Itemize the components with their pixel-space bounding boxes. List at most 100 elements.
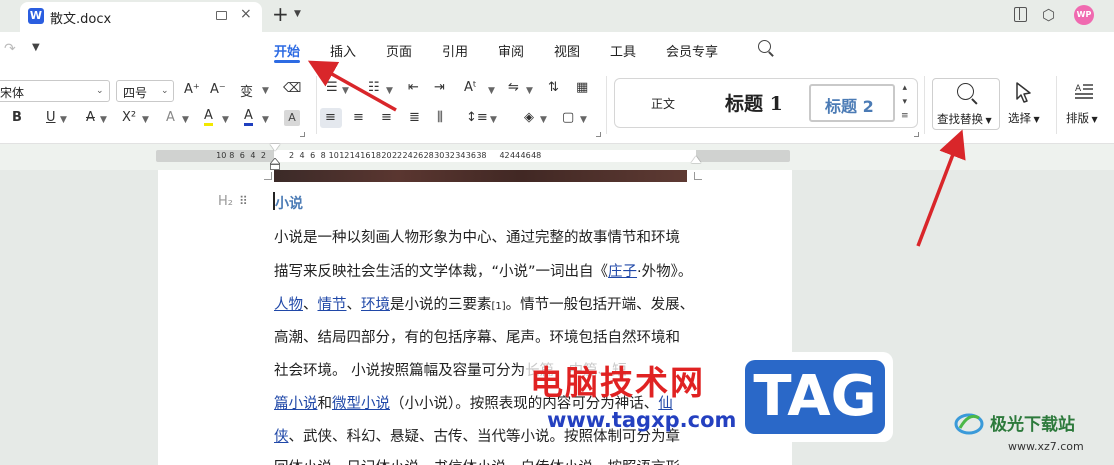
chevron-down-icon[interactable]: ▼ <box>488 86 495 96</box>
section-heading[interactable]: 小说 <box>275 193 303 213</box>
chevron-down-icon[interactable]: ▼ <box>580 115 587 125</box>
underline-button[interactable]: U <box>46 110 56 125</box>
align-center-icon[interactable]: ≡ <box>353 110 364 125</box>
chevron-down-icon[interactable]: ▼ <box>342 86 349 96</box>
chevron-down-icon[interactable]: ▼ <box>262 86 269 96</box>
font-name-select[interactable]: 宋体 ⌄ <box>0 80 110 102</box>
font-size-select[interactable]: 四号 ⌄ <box>116 80 174 102</box>
shrink-font-button[interactable]: A⁻ <box>210 82 226 97</box>
select-button[interactable]: 选择 ▼ <box>1008 110 1040 126</box>
screen-icon[interactable] <box>216 11 227 20</box>
text-effect-button[interactable]: A <box>166 110 175 125</box>
link-characters[interactable]: 人物 <box>274 297 303 313</box>
site-name: 极光下载站 <box>990 415 1075 435</box>
eraser-icon[interactable]: ⌫ <box>283 81 301 96</box>
gallery-scroll-arrows[interactable]: ▴ ▾ ≡ <box>901 81 909 123</box>
cube-icon[interactable]: ⬡ <box>1042 6 1055 24</box>
grow-font-button[interactable]: A⁺ <box>184 82 200 97</box>
reading-mode-icon[interactable] <box>1014 7 1027 22</box>
avatar[interactable]: WP <box>1074 5 1094 25</box>
ribbon-toolbar: 宋体 ⌄ 四号 ⌄ A⁺ A⁻ 变 ▼ ⌫ B U ▼ A ▼ X² ▼ A ▼… <box>0 68 1114 144</box>
dialog-launcher-icon[interactable] <box>596 132 601 137</box>
line-wrap-icon[interactable]: ⇋ <box>508 80 519 95</box>
chevron-down-icon[interactable]: ▼ <box>222 115 229 125</box>
font-name-value: 宋体 <box>0 86 25 100</box>
search-icon[interactable] <box>758 40 771 53</box>
chevron-down-icon[interactable]: ▼ <box>262 115 269 125</box>
chevron-down-icon[interactable]: ▼ <box>526 86 533 96</box>
tab-insert[interactable]: 插入 <box>330 41 356 60</box>
style-heading-2-box[interactable]: 标题 2 <box>809 84 895 122</box>
dialog-launcher-icon[interactable] <box>300 132 305 137</box>
document-image[interactable] <box>274 170 687 182</box>
dialog-launcher-icon[interactable] <box>914 132 919 137</box>
ruler-number: 12 <box>339 151 350 160</box>
document-tab[interactable]: W 散文.docx × <box>20 2 262 32</box>
right-indent-handle[interactable] <box>691 156 701 163</box>
increase-indent-icon[interactable]: ⇥ <box>434 80 445 95</box>
left-indent-handle[interactable] <box>270 158 280 170</box>
tab-view[interactable]: 视图 <box>554 41 580 60</box>
sort-icon[interactable]: ⇅ <box>548 80 559 95</box>
tab-home[interactable]: 开始 <box>274 41 300 60</box>
character-shading-button[interactable]: A <box>284 110 300 126</box>
chevron-down-icon[interactable]: ▼ <box>182 115 189 125</box>
link-short-story[interactable]: 篇小说 <box>274 396 318 412</box>
superscript-button[interactable]: X² <box>122 110 136 125</box>
ruler-number: 2 <box>289 151 295 160</box>
highlight-button[interactable]: A <box>204 108 213 126</box>
layout-icon[interactable]: A <box>1074 82 1094 100</box>
align-right-icon[interactable]: ≡ <box>381 110 392 125</box>
link-plot[interactable]: 情节 <box>318 297 347 313</box>
bullet-list-icon[interactable]: ☰ <box>326 80 338 95</box>
line-spacing-icon[interactable]: ↕≡ <box>466 110 488 125</box>
chevron-down-icon[interactable]: ▼ <box>142 115 149 125</box>
style-heading-1[interactable]: 标题 1 <box>725 89 783 116</box>
tab-review[interactable]: 审阅 <box>498 41 524 60</box>
border-icon[interactable]: ▢ <box>562 110 574 125</box>
link-environment[interactable]: 环境 <box>361 297 390 313</box>
font-color-button[interactable]: A <box>244 108 253 126</box>
chevron-down-icon[interactable]: ▼ <box>60 115 67 125</box>
citation-ref[interactable]: [1] <box>492 301 506 312</box>
chevron-down-icon[interactable]: ▼ <box>294 9 301 19</box>
phonetic-guide-button[interactable]: 变 <box>240 81 253 100</box>
chevron-down-icon[interactable]: ▼ <box>490 115 497 125</box>
link-micro-fiction[interactable]: 微型小说 <box>332 396 390 412</box>
ruler-number: 10 <box>328 151 339 160</box>
link-xia[interactable]: 侠 <box>274 429 289 445</box>
chevron-down-icon[interactable]: ▼ <box>100 115 107 125</box>
link-zhuangzi[interactable]: 庄子 <box>608 264 637 280</box>
redo-icon[interactable]: ↷ <box>4 41 16 57</box>
strikethrough-button[interactable]: A <box>86 110 95 125</box>
find-replace-button[interactable]: 查找替换 ▼ <box>932 78 1000 130</box>
watermark-tag-logo: TAG <box>737 352 893 442</box>
close-tab-icon[interactable]: × <box>240 6 252 22</box>
shading-icon[interactable]: ◈ <box>524 110 534 125</box>
align-left-icon[interactable]: ≡ <box>325 110 336 125</box>
show-marks-icon[interactable]: ▦ <box>576 80 588 95</box>
document-name: 散文.docx <box>50 12 112 27</box>
first-line-indent-handle[interactable] <box>270 144 280 151</box>
distributed-align-icon[interactable]: ⫼ <box>437 110 443 125</box>
chevron-down-icon[interactable]: ▼ <box>32 42 40 53</box>
numbered-list-icon[interactable]: ☷ <box>368 80 380 95</box>
style-normal[interactable]: 正文 <box>651 95 675 112</box>
divider <box>924 76 925 134</box>
tab-member[interactable]: 会员专享 <box>666 41 718 60</box>
watermark-text: 电脑技术网 <box>530 363 705 402</box>
justify-icon[interactable]: ≣ <box>409 110 420 125</box>
drag-handle-icon[interactable]: ⠿ <box>239 194 248 208</box>
layout-button[interactable]: 排版 ▼ <box>1066 110 1098 126</box>
chevron-down-icon[interactable]: ▼ <box>540 115 547 125</box>
tab-page[interactable]: 页面 <box>386 41 412 60</box>
decrease-indent-icon[interactable]: ⇤ <box>408 80 419 95</box>
text-direction-icon[interactable]: Aᵗ <box>464 80 477 95</box>
chevron-down-icon[interactable]: ▼ <box>386 86 393 96</box>
new-tab-button[interactable]: + <box>272 2 289 26</box>
tab-references[interactable]: 引用 <box>442 41 468 60</box>
ruler-number: 24 <box>402 151 413 160</box>
cursor-select-icon[interactable] <box>1012 80 1036 104</box>
tab-tools[interactable]: 工具 <box>610 41 636 60</box>
bold-button[interactable]: B <box>12 110 22 125</box>
